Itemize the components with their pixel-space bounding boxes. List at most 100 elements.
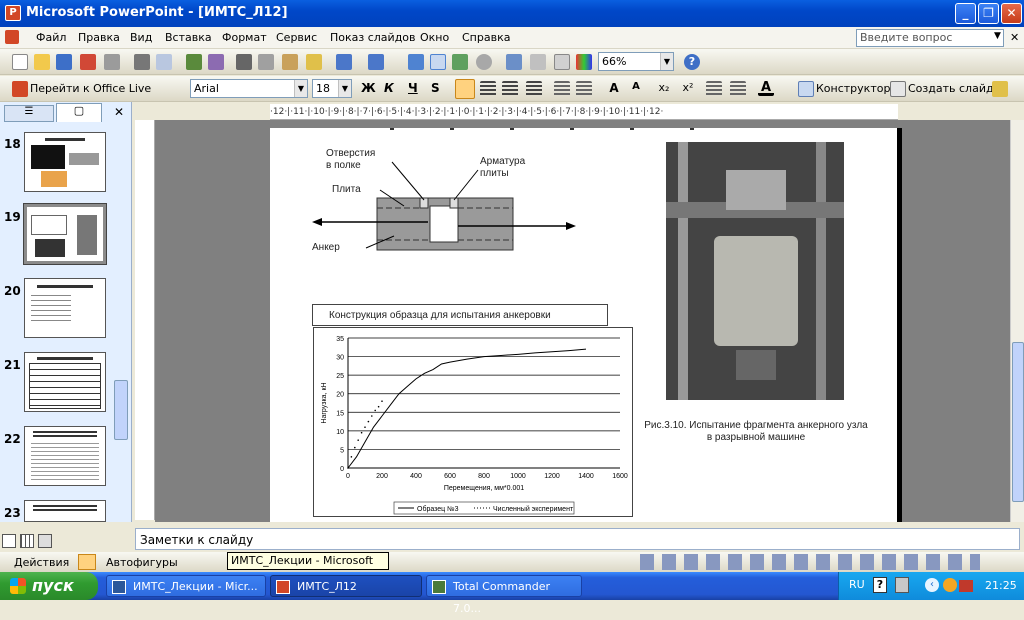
normal-view-icon[interactable] (2, 534, 16, 548)
drawing-tools-icons[interactable] (640, 554, 980, 570)
italic-button[interactable]: К (384, 81, 394, 95)
start-button[interactable]: пуск (0, 572, 98, 600)
taskbar-item-total-commander[interactable]: Total Commander 7.0... (426, 575, 582, 615)
slide-canvas[interactable]: Отверстия в полке Арматура плиты Плита А… (270, 128, 902, 522)
menu-tools[interactable]: Сервис (276, 31, 317, 44)
slideshow-icon[interactable] (38, 534, 52, 548)
size-dropdown-icon[interactable]: ▼ (338, 80, 351, 97)
vertical-ruler[interactable] (135, 120, 155, 520)
menu-help[interactable]: Справка (462, 31, 510, 44)
menu-window[interactable]: Окно (420, 31, 449, 44)
menu-insert[interactable]: Вставка (165, 31, 212, 44)
subscript-icon[interactable]: x₂ (656, 81, 672, 97)
help-icon[interactable]: ? (684, 54, 700, 70)
font-size-select[interactable]: 18 ▼ (312, 79, 352, 98)
align-left-icon[interactable] (455, 79, 475, 99)
font-select[interactable]: Arial ▼ (190, 79, 308, 98)
taskbar-item-powerpoint[interactable]: ИМТС_Л12 (270, 575, 422, 597)
office-live-link[interactable]: Перейти к Office Live (30, 82, 151, 95)
slide-sorter-icon[interactable] (20, 534, 34, 548)
decrease-font-icon[interactable]: A (628, 81, 644, 97)
zoom-select[interactable]: 66% ▼ (598, 52, 674, 71)
increase-font-icon[interactable]: A (606, 81, 622, 97)
menu-view[interactable]: Вид (130, 31, 152, 44)
numbering-icon[interactable] (554, 81, 570, 97)
slides-scrollbar-thumb[interactable] (114, 380, 128, 440)
justify-icon[interactable] (526, 81, 542, 97)
taskbar-item-word[interactable]: ИМТС_Лекции - Micr... (106, 575, 266, 597)
hyperlink-icon[interactable] (476, 54, 492, 70)
bullets-icon[interactable] (576, 81, 592, 97)
designer-icon[interactable] (798, 81, 814, 97)
superscript-icon[interactable]: x² (680, 81, 696, 97)
insert-table-icon[interactable] (430, 54, 446, 70)
select-objects-icon[interactable] (78, 554, 96, 570)
menu-edit[interactable]: Правка (78, 31, 120, 44)
help-dropdown-icon[interactable]: ▼ (994, 31, 1001, 41)
close-button[interactable]: ✕ (1001, 3, 1022, 24)
help-tray-icon[interactable]: ? (873, 577, 887, 593)
menu-file[interactable]: Файл (36, 31, 66, 44)
open-icon[interactable] (34, 54, 50, 70)
vertical-scrollbar[interactable] (1010, 120, 1024, 522)
slide-thumbnail-23[interactable] (24, 500, 106, 522)
slide-thumbnail-19[interactable] (23, 203, 107, 265)
actions-menu[interactable]: Действия (14, 556, 69, 569)
email-icon[interactable] (104, 54, 120, 70)
tray-app-icon[interactable] (895, 577, 909, 593)
office-live-icon[interactable] (12, 81, 28, 97)
maximize-button[interactable]: ❐ (978, 3, 999, 24)
bold-button[interactable]: Ж (361, 81, 376, 95)
print-icon[interactable] (134, 54, 150, 70)
notes-pane[interactable]: Заметки к слайду (135, 528, 1020, 550)
pane-close-icon[interactable]: ✕ (114, 105, 124, 119)
tab-slides[interactable]: ▢ (56, 103, 102, 122)
align-right-icon[interactable] (502, 81, 518, 97)
tray-antivirus-icon[interactable] (959, 580, 973, 592)
underline-button[interactable]: Ч (408, 81, 418, 95)
paste-icon[interactable] (282, 54, 298, 70)
help-search-input[interactable]: Введите вопрос (856, 29, 1004, 47)
tab-outline[interactable]: ☰ (4, 105, 54, 122)
slide-thumbnail-21[interactable] (24, 352, 106, 412)
designer-button[interactable]: Конструктор (816, 82, 890, 95)
tables-borders-icon[interactable] (452, 54, 468, 70)
cut-icon[interactable] (236, 54, 252, 70)
new-slide-icon[interactable] (890, 81, 906, 97)
save-icon[interactable] (56, 54, 72, 70)
font-dropdown-icon[interactable]: ▼ (294, 80, 307, 97)
expand-icon[interactable] (506, 54, 522, 70)
decrease-indent-icon[interactable] (706, 81, 722, 97)
slide-thumbnail-20[interactable] (24, 278, 106, 338)
document-icon[interactable] (5, 30, 19, 44)
align-center-icon[interactable] (480, 81, 496, 97)
redo-icon[interactable] (368, 54, 384, 70)
zoom-dropdown-icon[interactable]: ▼ (660, 53, 673, 70)
autoshapes-menu[interactable]: Автофигуры (106, 556, 178, 569)
permission-icon[interactable] (80, 54, 96, 70)
color-grayscale-icon[interactable] (576, 54, 592, 70)
format-painter-icon[interactable] (306, 54, 322, 70)
slide-thumbnail-22[interactable] (24, 426, 106, 486)
undo-icon[interactable] (336, 54, 352, 70)
copy-icon[interactable] (258, 54, 274, 70)
menu-slideshow[interactable]: Показ слайдов (330, 31, 416, 44)
scroll-thumb[interactable] (1012, 342, 1024, 502)
tray-media-icon[interactable] (943, 578, 957, 592)
powerpoint-icon[interactable]: P (5, 5, 21, 21)
new-slide-button[interactable]: Создать слайд (908, 82, 994, 95)
research-icon[interactable] (208, 54, 224, 70)
show-formatting-icon[interactable] (530, 54, 546, 70)
insert-chart-icon[interactable] (408, 54, 424, 70)
show-grid-icon[interactable] (554, 54, 570, 70)
font-color-icon[interactable]: A (758, 80, 774, 96)
menu-close-icon[interactable]: ✕ (1010, 31, 1019, 44)
spelling-icon[interactable] (186, 54, 202, 70)
horizontal-ruler[interactable]: ·12·|·11·|·10·|·9·|·8·|·7·|·6·|·5·|·4·|·… (270, 104, 898, 120)
minimize-button[interactable]: _ (955, 3, 976, 24)
language-indicator[interactable]: RU (849, 578, 865, 591)
preview-icon[interactable] (156, 54, 172, 70)
shadow-button[interactable]: S (431, 81, 440, 95)
tray-back-icon[interactable]: ‹ (925, 578, 939, 592)
slide-thumbnail-18[interactable] (24, 132, 106, 192)
